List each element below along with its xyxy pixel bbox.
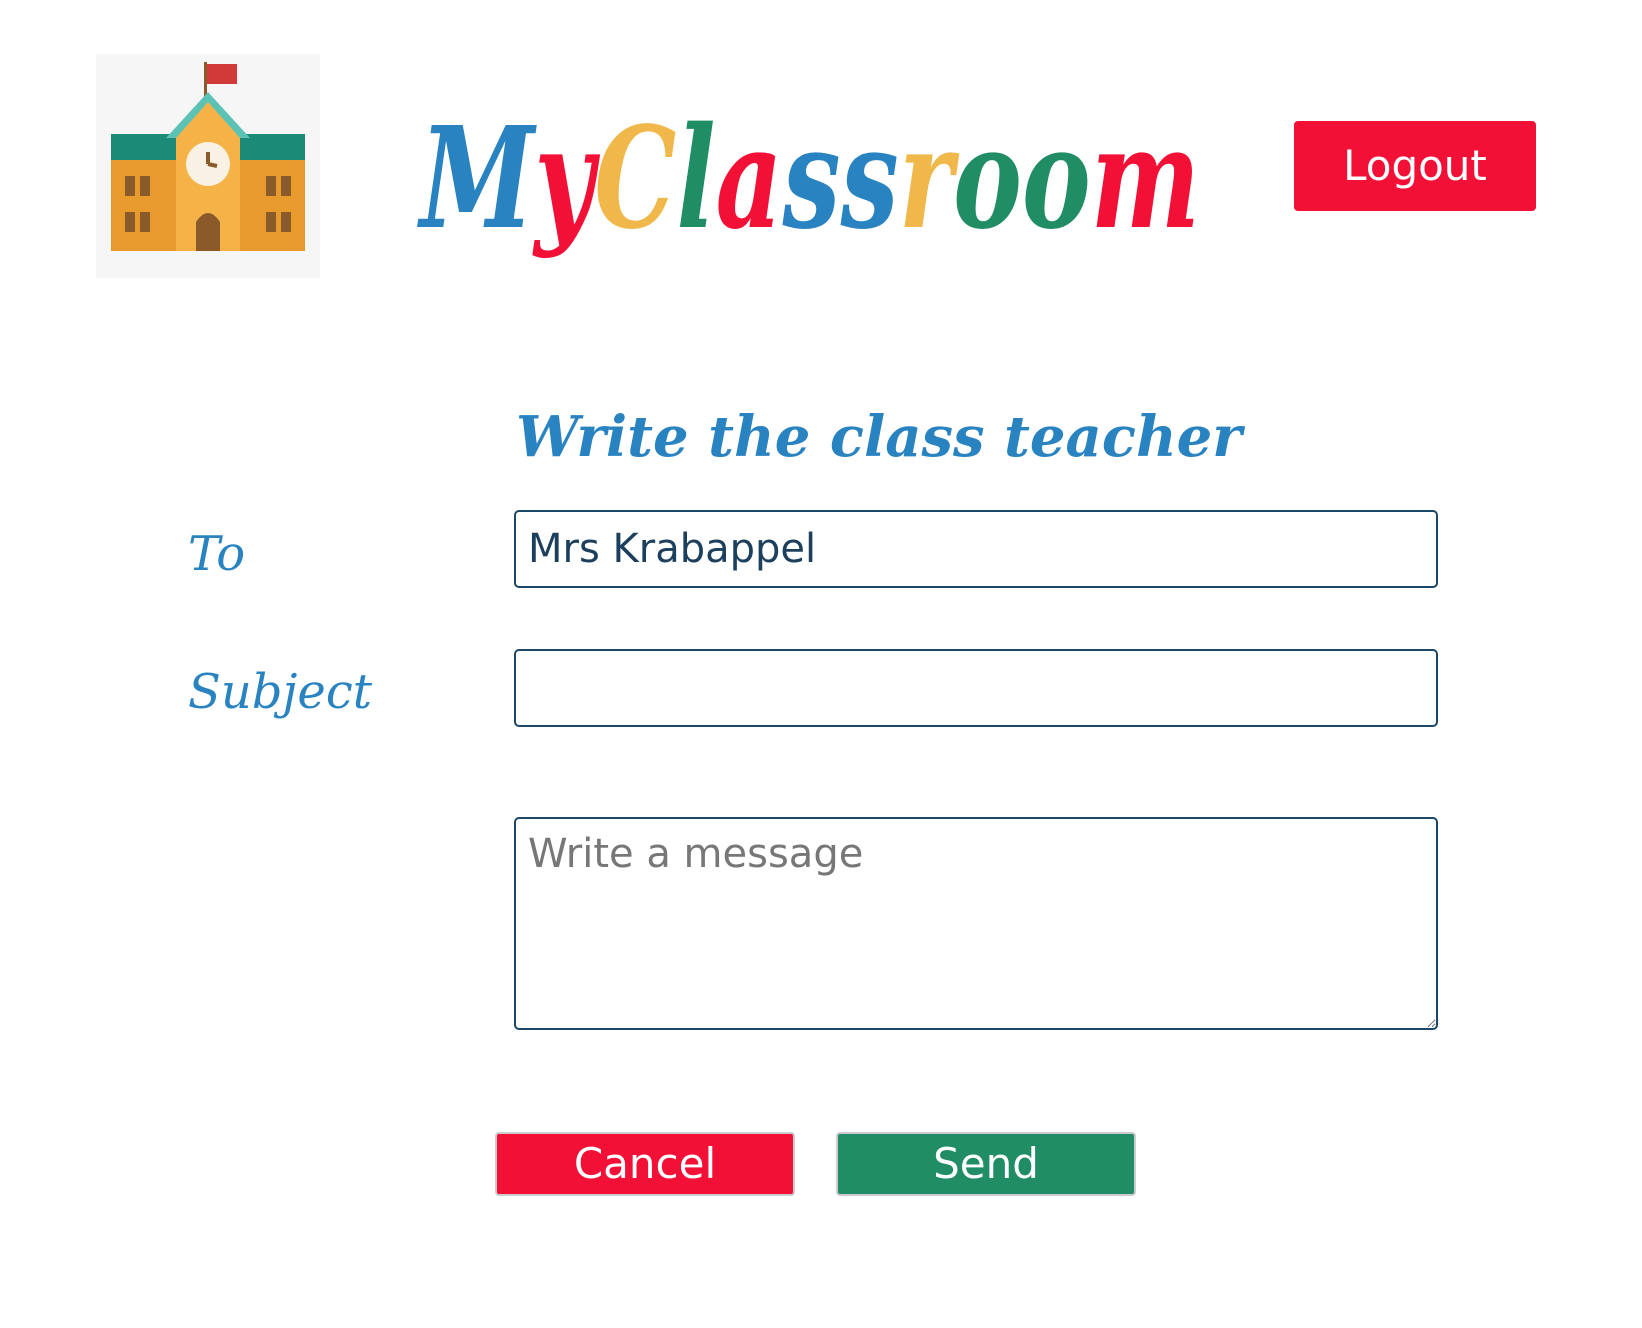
brand-letter: y bbox=[532, 97, 601, 261]
brand-letter: r bbox=[899, 97, 960, 261]
message-textarea[interactable] bbox=[514, 817, 1438, 1030]
cancel-button[interactable]: Cancel bbox=[495, 1132, 795, 1196]
brand-letter: l bbox=[676, 97, 715, 261]
send-button[interactable]: Send bbox=[836, 1132, 1136, 1196]
to-label: To bbox=[188, 526, 246, 582]
brand-letter: o bbox=[1022, 97, 1091, 261]
brand-letter: m bbox=[1091, 97, 1200, 261]
school-logo bbox=[96, 54, 320, 278]
logout-button[interactable]: Logout bbox=[1294, 121, 1536, 211]
brand-letter: C bbox=[594, 97, 676, 261]
brand-logo: MyClassroom bbox=[417, 92, 1210, 282]
subject-label: Subject bbox=[188, 664, 372, 720]
brand-letter: s bbox=[782, 97, 841, 261]
svg-text:MyClassroom: MyClassroom bbox=[417, 97, 1200, 261]
subject-field[interactable] bbox=[514, 649, 1438, 727]
brand-letter: M bbox=[417, 97, 537, 261]
page-title: Write the class teacher bbox=[516, 404, 1242, 470]
brand-letter: s bbox=[840, 97, 899, 261]
school-building-icon bbox=[111, 62, 305, 251]
brand-letter: a bbox=[716, 97, 783, 261]
to-field[interactable] bbox=[514, 510, 1438, 588]
brand-letter: o bbox=[953, 97, 1022, 261]
brand-wordmark: MyClassroom bbox=[417, 97, 1200, 261]
